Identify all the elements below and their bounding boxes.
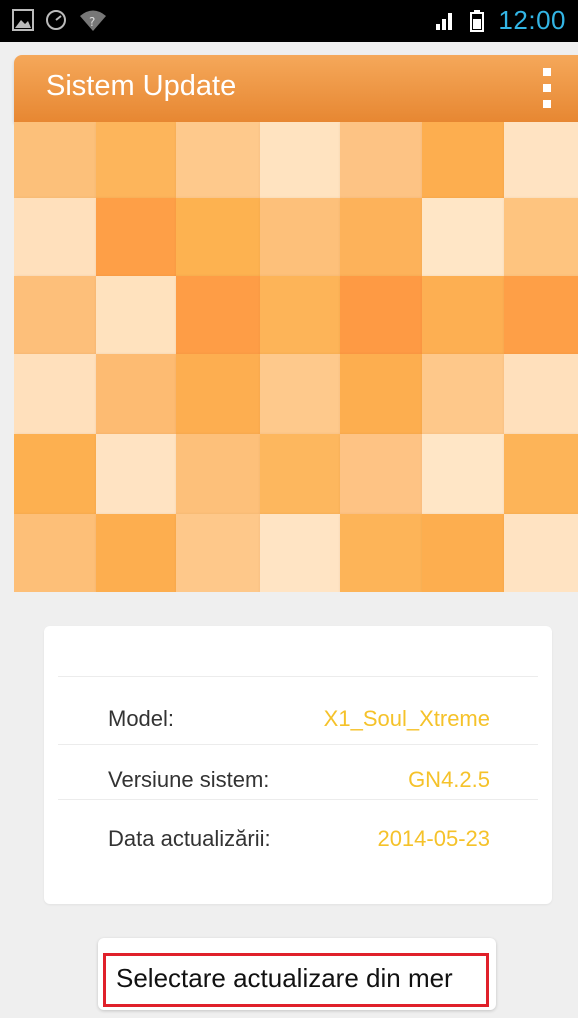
signal-icon bbox=[436, 12, 453, 30]
image-icon bbox=[12, 9, 34, 31]
mosaic-tile bbox=[14, 198, 96, 276]
mosaic-tile bbox=[96, 122, 176, 198]
update-date-label: Data actualizării: bbox=[108, 826, 271, 851]
mosaic-tile bbox=[504, 354, 578, 434]
mosaic-tile bbox=[96, 276, 176, 354]
mosaic-tile bbox=[340, 198, 422, 276]
mosaic-tile bbox=[176, 122, 260, 198]
model-label: Model: bbox=[108, 706, 175, 731]
svg-text:?: ? bbox=[89, 15, 95, 29]
mosaic-tile bbox=[340, 354, 422, 434]
mosaic-tile bbox=[422, 434, 504, 514]
mosaic-tile bbox=[176, 514, 260, 592]
divider bbox=[58, 744, 538, 745]
battery-icon bbox=[470, 9, 485, 32]
mosaic-tile bbox=[504, 122, 578, 198]
mosaic-tile bbox=[504, 198, 578, 276]
mosaic-tile bbox=[14, 354, 96, 434]
status-left-icons: ? bbox=[12, 8, 108, 32]
mosaic-tile bbox=[340, 276, 422, 354]
mosaic-tile bbox=[504, 276, 578, 354]
mosaic-tile bbox=[340, 434, 422, 514]
mosaic-tile bbox=[260, 276, 340, 354]
status-bar: ? 12:00 bbox=[0, 0, 578, 42]
update-date-value: 2014-05-23 bbox=[377, 826, 490, 851]
mosaic-tile bbox=[176, 276, 260, 354]
select-update-from-memory-button[interactable]: Selectare actualizare din mer bbox=[98, 938, 496, 1010]
mosaic-tile bbox=[340, 514, 422, 592]
mosaic-tile bbox=[340, 122, 422, 198]
mosaic-tile bbox=[422, 354, 504, 434]
header-mosaic-banner bbox=[14, 122, 578, 592]
mosaic-tile bbox=[260, 354, 340, 434]
divider bbox=[58, 676, 538, 677]
status-right-icons: 12:00 bbox=[434, 5, 566, 36]
overflow-menu-button[interactable] bbox=[538, 68, 556, 108]
mosaic-tile bbox=[96, 354, 176, 434]
mosaic-tile bbox=[96, 514, 176, 592]
mosaic-tile bbox=[504, 514, 578, 592]
action-bar: Sistem Update bbox=[14, 55, 578, 122]
mosaic-tile bbox=[14, 276, 96, 354]
mosaic-tile bbox=[176, 434, 260, 514]
model-value: X1_Soul_Xtreme bbox=[323, 706, 490, 731]
mosaic-tile bbox=[422, 276, 504, 354]
mosaic-tile bbox=[260, 198, 340, 276]
select-update-label: Selectare actualizare din mer bbox=[116, 963, 453, 993]
divider bbox=[58, 799, 538, 800]
app-title: Sistem Update bbox=[46, 70, 237, 102]
device-info-card: Model: X1_Soul_Xtreme Versiune sistem: G… bbox=[44, 626, 552, 904]
button-highlight-frame: Selectare actualizare din mer bbox=[103, 953, 489, 1007]
mosaic-tile bbox=[14, 434, 96, 514]
wifi-question-icon: ? bbox=[80, 10, 106, 31]
mosaic-tile bbox=[504, 434, 578, 514]
mosaic-tile bbox=[96, 434, 176, 514]
status-clock: 12:00 bbox=[498, 5, 566, 35]
mosaic-tile bbox=[176, 198, 260, 276]
mosaic-tile bbox=[96, 198, 176, 276]
mosaic-tile bbox=[422, 122, 504, 198]
mosaic-tile bbox=[422, 198, 504, 276]
mosaic-tile bbox=[260, 122, 340, 198]
overflow-menu-icon bbox=[543, 68, 551, 76]
mosaic-tile bbox=[14, 514, 96, 592]
mosaic-tile bbox=[260, 514, 340, 592]
mosaic-tile bbox=[260, 434, 340, 514]
mosaic-tile bbox=[422, 514, 504, 592]
gauge-icon bbox=[46, 10, 66, 30]
mosaic-tile bbox=[176, 354, 260, 434]
system-version-value: GN4.2.5 bbox=[408, 767, 490, 792]
mosaic-tile bbox=[14, 122, 96, 198]
system-version-label: Versiune sistem: bbox=[108, 767, 270, 792]
